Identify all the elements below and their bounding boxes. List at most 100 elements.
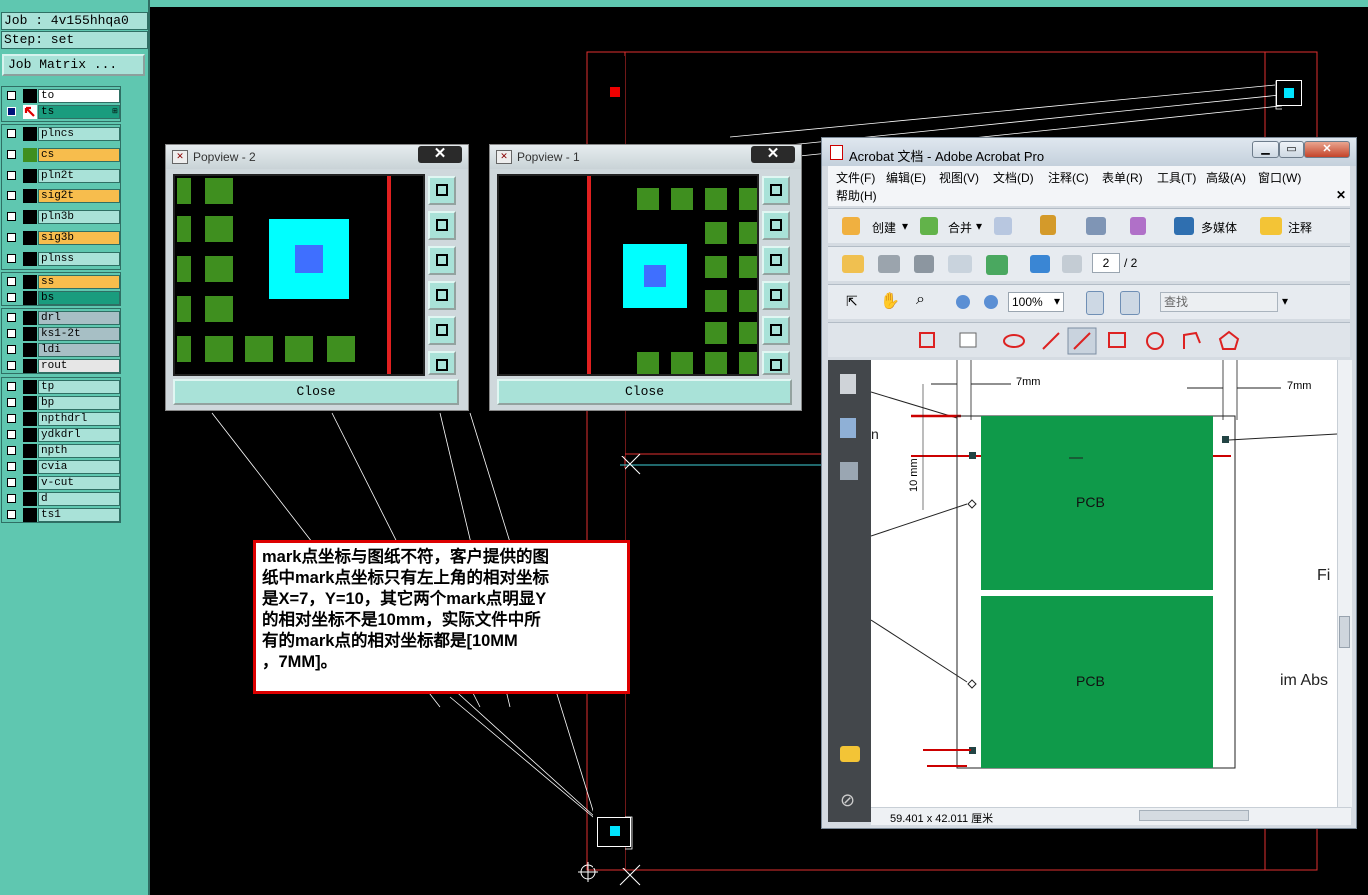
layer-row[interactable]: ydkdrl	[2, 427, 120, 443]
open-folder-icon[interactable]	[842, 255, 864, 273]
layer-row[interactable]: ks1-2t	[2, 326, 120, 342]
layer-name[interactable]: ts	[38, 105, 120, 119]
layer-checkbox[interactable]	[7, 212, 16, 222]
layer-checkbox[interactable]	[7, 191, 16, 201]
layer-name[interactable]: tp	[38, 380, 120, 394]
pan-down-button[interactable]	[428, 246, 456, 275]
layer-checkbox[interactable]	[7, 232, 16, 242]
layer-checkbox[interactable]	[7, 329, 16, 338]
layer-name[interactable]: bs	[38, 291, 120, 305]
layer-name[interactable]: pln2t	[38, 168, 120, 183]
layer-name[interactable]: bp	[38, 396, 120, 410]
layer-checkbox[interactable]	[7, 107, 16, 116]
save-icon[interactable]	[914, 255, 934, 273]
job-matrix-button[interactable]: Job Matrix ...	[2, 54, 145, 76]
minimize-button[interactable]: ▁	[1252, 141, 1279, 158]
close-icon[interactable]: ✕	[751, 146, 795, 163]
chevron-down-icon[interactable]: ▾	[1282, 294, 1288, 308]
layer-row[interactable]: ldi	[2, 342, 120, 358]
search-input[interactable]: 查找	[1160, 292, 1278, 312]
drawing-tools[interactable]	[918, 327, 1258, 355]
hand-tool-icon[interactable]: ✋	[880, 291, 900, 311]
layer-name[interactable]: ss	[38, 275, 120, 289]
menu-forms[interactable]: 表单(R)	[1102, 169, 1143, 186]
layer-name[interactable]: ks1-2t	[38, 327, 120, 341]
layer-name[interactable]: sig2t	[38, 189, 120, 204]
pdf-page[interactable]: 7mm 7mm 10 mm PCB PCB Fi im Abs n	[871, 360, 1337, 807]
layer-name[interactable]: v-cut	[38, 476, 120, 490]
layer-row[interactable]: bp	[2, 395, 120, 411]
layer-checkbox[interactable]	[7, 253, 16, 263]
forms-icon[interactable]	[1130, 217, 1146, 235]
pan-right-button[interactable]	[428, 316, 456, 345]
comments-icon[interactable]	[840, 746, 860, 762]
layer-checkbox[interactable]	[7, 478, 16, 487]
layer-row[interactable]: d	[2, 491, 120, 507]
layer-name[interactable]: npthdrl	[38, 412, 120, 426]
layer-name[interactable]: rout	[38, 359, 120, 373]
pan-up-button[interactable]	[428, 211, 456, 240]
chevron-down-icon[interactable]: ▾	[1054, 294, 1060, 308]
layer-name[interactable]: cvia	[38, 460, 120, 474]
menu-file[interactable]: 文件(F)	[836, 169, 875, 186]
menu-view[interactable]: 视图(V)	[939, 169, 979, 186]
web-icon[interactable]	[986, 255, 1008, 275]
layer-row[interactable]: rout	[2, 358, 120, 374]
popview-2-titlebar[interactable]: ✕ Popview - 2 ✕	[166, 145, 468, 169]
create-button[interactable]: 创建	[872, 219, 896, 236]
layer-checkbox[interactable]	[7, 361, 16, 370]
horizontal-scroll-thumb[interactable]	[1139, 810, 1249, 821]
layer-checkbox[interactable]	[7, 129, 16, 138]
layer-name[interactable]: pln3b	[38, 210, 120, 225]
comment-button[interactable]: 注释	[1288, 219, 1312, 236]
layer-checkbox[interactable]	[7, 414, 16, 423]
menu-tools[interactable]: 工具(T)	[1157, 169, 1196, 186]
layer-checkbox[interactable]	[7, 277, 16, 286]
popview-2-canvas[interactable]	[173, 174, 425, 376]
menu-window[interactable]: 窗口(W)	[1258, 169, 1301, 186]
layer-checkbox[interactable]	[7, 462, 16, 471]
layer-row[interactable]: to	[2, 88, 120, 104]
menu-edit[interactable]: 编辑(E)	[886, 169, 926, 186]
layer-row[interactable]: pln3b	[2, 209, 120, 230]
zoom-fit-button[interactable]	[428, 351, 456, 375]
layer-name[interactable]: ts1	[38, 508, 120, 522]
layer-row[interactable]: ss	[2, 274, 120, 290]
layer-checkbox[interactable]	[7, 398, 16, 407]
menu-advanced[interactable]: 高级(A)	[1206, 169, 1246, 186]
layer-name[interactable]: ldi	[38, 343, 120, 357]
close-icon[interactable]: ✕	[1304, 141, 1350, 158]
layer-row[interactable]: cvia	[2, 459, 120, 475]
menu-document[interactable]: 文档(D)	[993, 169, 1034, 186]
layer-checkbox[interactable]	[7, 382, 16, 391]
layer-name[interactable]: d	[38, 492, 120, 506]
layer-checkbox[interactable]	[7, 345, 16, 354]
attachment-icon[interactable]: ⊘	[840, 790, 855, 811]
collaborate-icon[interactable]	[994, 217, 1012, 235]
signatures-icon[interactable]	[840, 462, 858, 480]
popview-1-canvas[interactable]	[497, 174, 759, 376]
layer-row[interactable]: sig2t	[2, 188, 120, 209]
layer-row[interactable]: ts1	[2, 507, 120, 523]
zoom-in-icon[interactable]	[984, 295, 998, 309]
layer-row[interactable]: tp	[2, 379, 120, 395]
layer-row[interactable]: npth	[2, 443, 120, 459]
layer-row[interactable]: cs	[2, 147, 120, 168]
lock-icon[interactable]	[1040, 215, 1056, 235]
popview-1-close-button[interactable]: Close	[497, 379, 792, 405]
zoom-tool-icon[interactable]: ⌕	[916, 291, 925, 309]
merge-button[interactable]: 合并	[948, 219, 972, 236]
layer-row[interactable]: ts ⊞	[2, 104, 120, 120]
pan-left-button[interactable]	[762, 281, 790, 310]
bookmarks-icon[interactable]	[840, 418, 856, 438]
sign-icon[interactable]	[1086, 217, 1106, 235]
layer-row[interactable]: plncs	[2, 126, 120, 147]
acrobat-titlebar[interactable]: Acrobat 文档 - Adobe Acrobat Pro ▁ ▭ ✕	[822, 138, 1356, 166]
chevron-down-icon[interactable]: ▾	[902, 219, 908, 233]
layer-row[interactable]: bs	[2, 290, 120, 306]
layer-name[interactable]: ydkdrl	[38, 428, 120, 442]
menu-comments[interactable]: 注释(C)	[1048, 169, 1089, 186]
close-document-icon[interactable]: ✕	[1336, 188, 1346, 202]
pan-right-button[interactable]	[762, 316, 790, 345]
close-icon[interactable]: ✕	[418, 146, 462, 163]
